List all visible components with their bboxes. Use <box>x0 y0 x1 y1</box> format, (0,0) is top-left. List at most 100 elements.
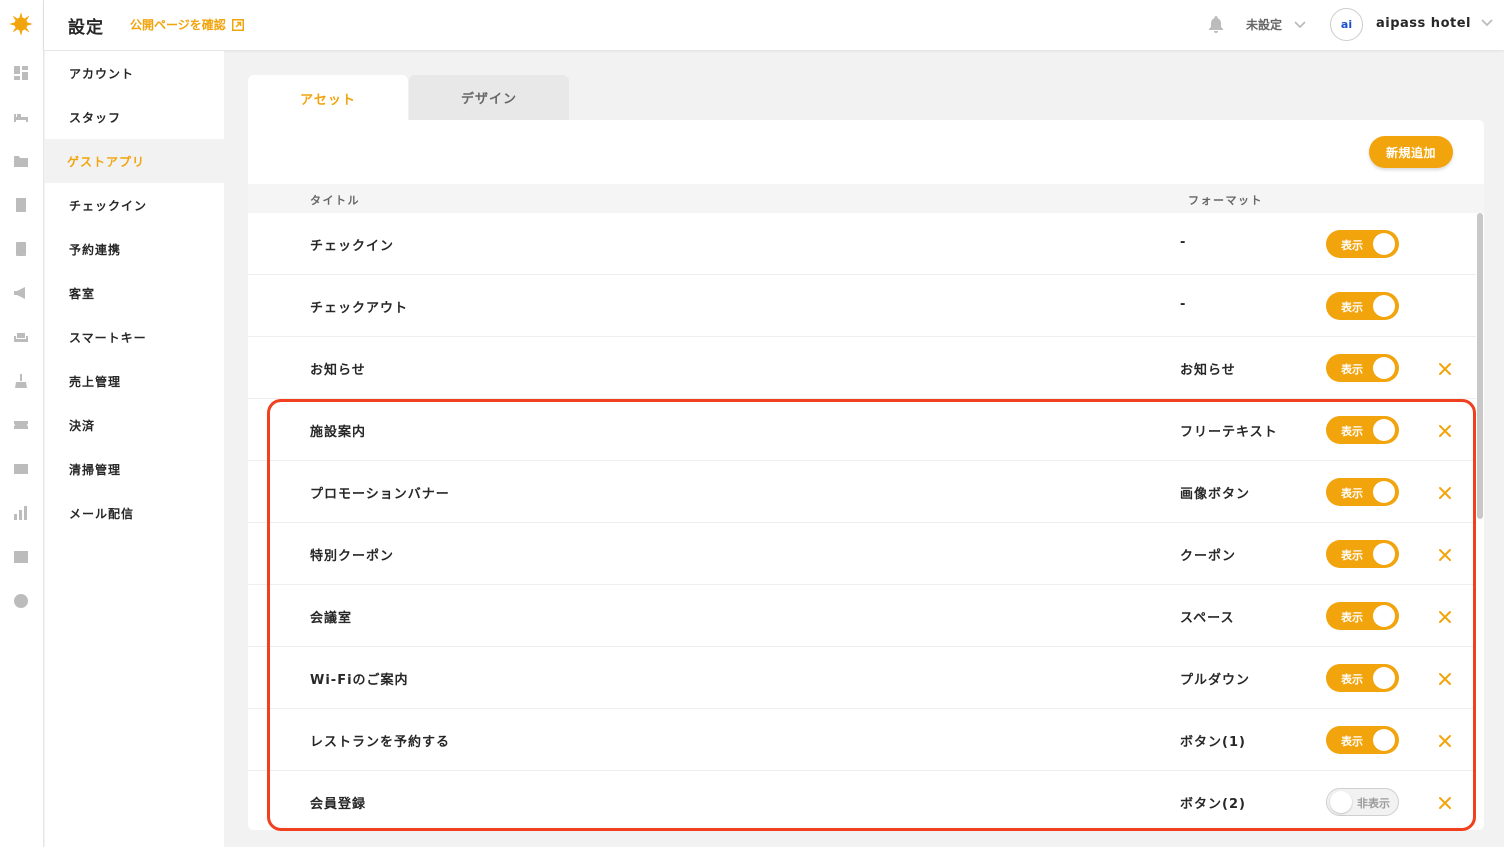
bar-chart-icon[interactable] <box>13 505 29 521</box>
table-row[interactable]: 会員登録 ボタン(2) 非表示 <box>248 771 1476 830</box>
visibility-toggle[interactable]: 表示 <box>1326 478 1399 506</box>
toggle-label: 表示 <box>1341 735 1363 748</box>
sidebar-item-checkin[interactable]: チェックイン <box>45 183 224 227</box>
column-header-format: フォーマット <box>1188 194 1263 207</box>
cleaning-icon[interactable] <box>13 373 29 389</box>
table-row[interactable]: レストランを予約する ボタン(1) 表示 <box>248 709 1476 771</box>
table-header: タイトル フォーマット <box>248 184 1484 213</box>
public-page-link-label: 公開ページを確認 <box>130 18 226 32</box>
row-title: 会員登録 <box>310 797 367 812</box>
toggle-knob <box>1373 357 1395 379</box>
toggle-knob <box>1373 481 1395 503</box>
public-page-link[interactable]: 公開ページを確認 <box>130 16 244 33</box>
delete-icon[interactable] <box>1438 547 1452 561</box>
visibility-toggle[interactable]: 表示 <box>1326 416 1399 444</box>
page-title: 設定 <box>68 18 104 38</box>
toggle-label: 表示 <box>1341 301 1363 314</box>
contact-card-icon[interactable] <box>13 153 29 169</box>
logo-icon[interactable] <box>9 12 33 36</box>
row-format: - <box>1180 297 1187 312</box>
sidebar-item-guest-app[interactable]: ゲストアプリ <box>45 139 224 183</box>
table-row[interactable]: 特別クーポン クーポン 表示 <box>248 523 1476 585</box>
visibility-toggle[interactable]: 表示 <box>1326 602 1399 630</box>
toggle-knob <box>1373 233 1395 255</box>
sidebar-item-smart-key[interactable]: スマートキー <box>45 315 224 359</box>
delete-icon[interactable] <box>1438 609 1452 623</box>
table-row[interactable]: お知らせ お知らせ 表示 <box>248 337 1476 399</box>
row-format: クーポン <box>1180 549 1237 564</box>
row-format: 画像ボタン <box>1180 487 1251 502</box>
tab-design[interactable]: デザイン <box>409 75 569 120</box>
visibility-toggle[interactable]: 表示 <box>1326 540 1399 568</box>
ticket-icon[interactable] <box>13 417 29 433</box>
row-title: 会議室 <box>310 611 353 626</box>
toggle-knob <box>1373 295 1395 317</box>
sidebar-item-cleaning[interactable]: 清掃管理 <box>45 447 224 491</box>
door-icon[interactable] <box>13 197 29 213</box>
asset-list: チェックイン - 表示 チェックアウト - 表示 お知らせ お知らせ 表示 施設案内 フリーテキスト… <box>248 213 1476 830</box>
dashboard-icon[interactable] <box>13 65 29 81</box>
top-header: 設定 公開ページを確認 未設定 ai aipass hotel <box>44 0 1504 50</box>
visibility-toggle[interactable]: 表示 <box>1326 230 1399 258</box>
visibility-toggle[interactable]: 非表示 <box>1326 788 1399 816</box>
mail-icon[interactable] <box>13 461 29 477</box>
row-format: ボタン(2) <box>1180 797 1246 812</box>
toggle-label: 非表示 <box>1357 797 1390 810</box>
sidebar-item-rooms[interactable]: 客室 <box>45 271 224 315</box>
delete-icon[interactable] <box>1438 671 1452 685</box>
sidebar-item-account[interactable]: アカウント <box>45 51 224 95</box>
sidebar-item-sales[interactable]: 売上管理 <box>45 359 224 403</box>
hotel-account-menu[interactable]: aipass hotel <box>1376 16 1493 31</box>
sidebar-item-staff[interactable]: スタッフ <box>45 95 224 139</box>
delete-icon[interactable] <box>1438 733 1452 747</box>
chevron-down-icon <box>1294 18 1306 32</box>
table-row[interactable]: チェックアウト - 表示 <box>248 275 1476 337</box>
avatar[interactable]: ai <box>1330 8 1363 41</box>
calculator-icon[interactable] <box>13 241 29 257</box>
toggle-knob <box>1373 543 1395 565</box>
icon-rail <box>0 0 44 847</box>
delete-icon[interactable] <box>1438 485 1452 499</box>
delete-icon[interactable] <box>1438 795 1452 809</box>
delete-icon[interactable] <box>1438 361 1452 375</box>
bed-icon[interactable] <box>13 109 29 125</box>
sidebar-item-payment[interactable]: 決済 <box>45 403 224 447</box>
tab-assets[interactable]: アセット <box>248 75 408 121</box>
table-row[interactable]: Wi-Fiのご案内 プルダウン 表示 <box>248 647 1476 709</box>
sofa-icon[interactable] <box>13 329 29 345</box>
row-title: お知らせ <box>310 363 366 378</box>
row-title: チェックアウト <box>310 301 409 316</box>
toggle-label: 表示 <box>1341 363 1363 376</box>
scrollbar[interactable] <box>1477 213 1483 519</box>
delete-icon[interactable] <box>1438 423 1452 437</box>
hotel-name: aipass hotel <box>1376 16 1471 31</box>
sidebar-item-reservation-sync[interactable]: 予約連携 <box>45 227 224 271</box>
status-select[interactable]: 未設定 <box>1246 16 1306 33</box>
column-header-title: タイトル <box>310 194 360 207</box>
bell-icon[interactable] <box>1208 15 1224 33</box>
row-format: プルダウン <box>1180 673 1251 688</box>
row-format: - <box>1180 235 1187 250</box>
toggle-label: 表示 <box>1341 549 1363 562</box>
table-row[interactable]: プロモーションバナー 画像ボタン 表示 <box>248 461 1476 523</box>
megaphone-icon[interactable] <box>13 285 29 301</box>
visibility-toggle[interactable]: 表示 <box>1326 292 1399 320</box>
row-title: プロモーションバナー <box>310 487 450 502</box>
sidebar-item-mail[interactable]: メール配信 <box>45 491 224 535</box>
table-row[interactable]: チェックイン - 表示 <box>248 213 1476 275</box>
toggle-knob <box>1373 729 1395 751</box>
visibility-toggle[interactable]: 表示 <box>1326 664 1399 692</box>
visibility-toggle[interactable]: 表示 <box>1326 354 1399 382</box>
table-row[interactable]: 施設案内 フリーテキスト 表示 <box>248 399 1476 461</box>
add-new-button[interactable]: 新規追加 <box>1369 136 1453 168</box>
toggle-label: 表示 <box>1341 611 1363 624</box>
news-icon[interactable] <box>13 549 29 565</box>
row-format: お知らせ <box>1180 363 1236 378</box>
settings-sidebar: アカウント スタッフ ゲストアプリ チェックイン 予約連携 客室 スマートキー … <box>45 51 224 847</box>
visibility-toggle[interactable]: 表示 <box>1326 726 1399 754</box>
toggle-knob <box>1373 605 1395 627</box>
row-title: Wi-Fiのご案内 <box>310 673 409 688</box>
table-row[interactable]: 会議室 スペース 表示 <box>248 585 1476 647</box>
clock-icon[interactable] <box>13 593 29 609</box>
row-title: レストランを予約する <box>310 735 451 750</box>
